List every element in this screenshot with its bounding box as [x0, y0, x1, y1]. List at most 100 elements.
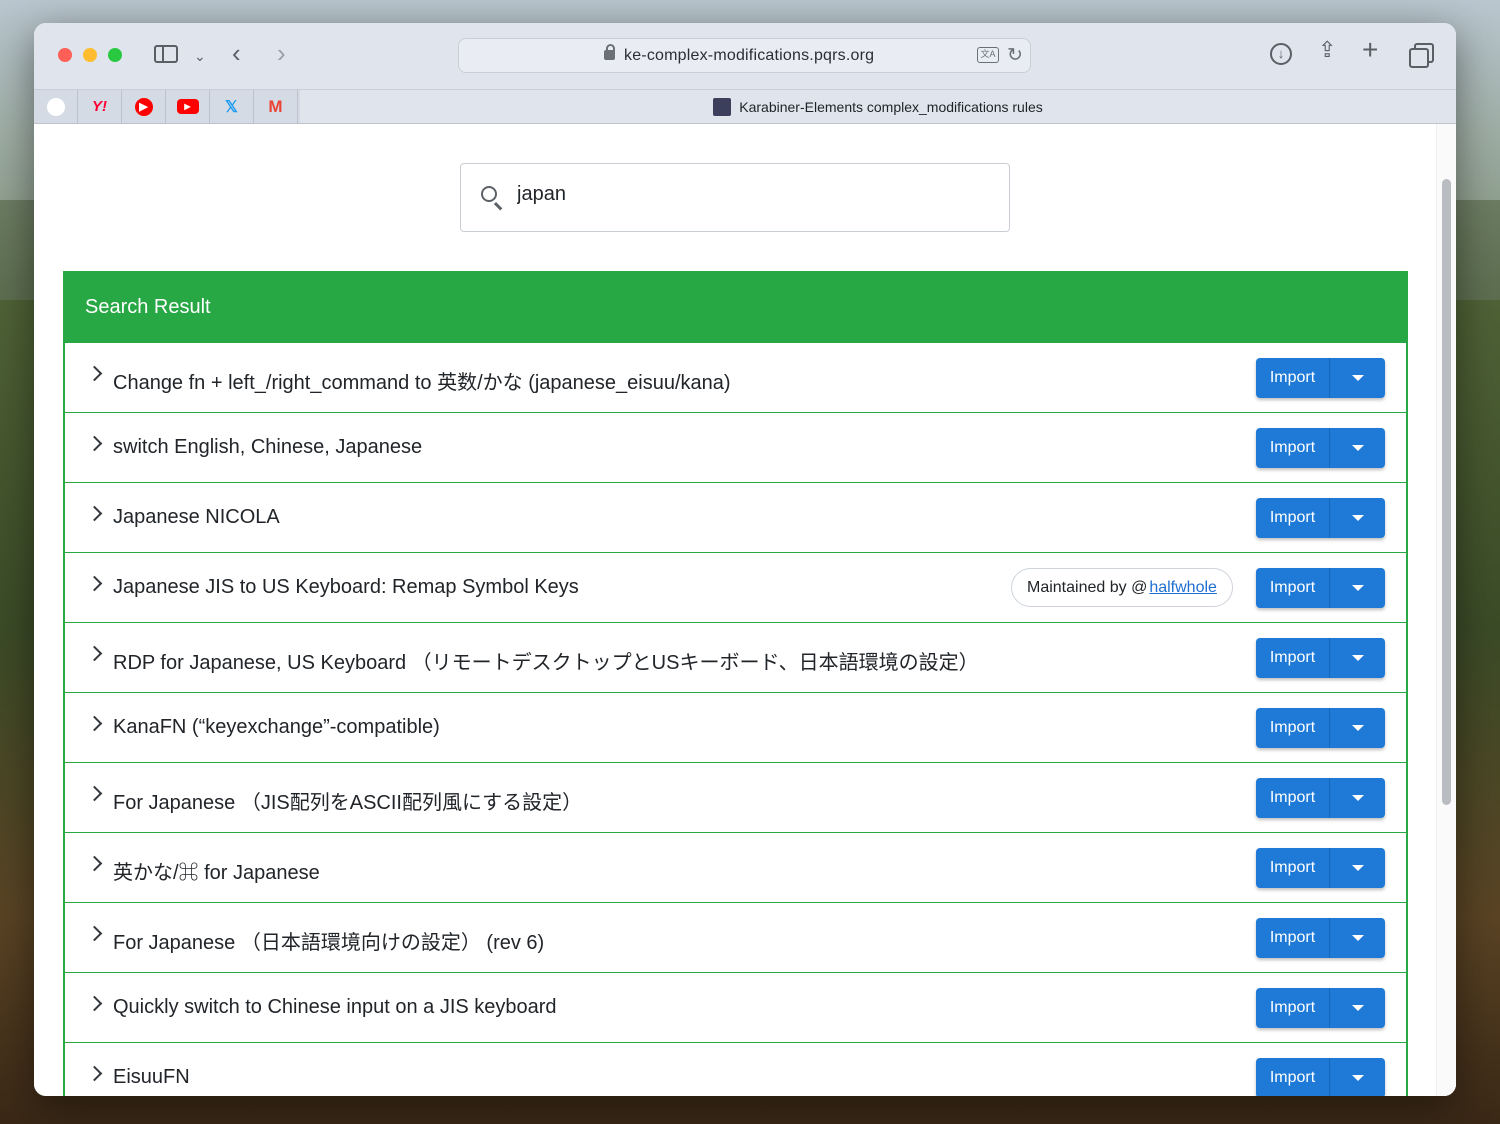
result-title[interactable]: switch English, Chinese, Japanese — [113, 436, 422, 459]
caret-down-icon — [1351, 725, 1364, 731]
import-dropdown-button[interactable] — [1330, 708, 1385, 748]
chevron-right-icon[interactable] — [86, 925, 103, 942]
import-button[interactable]: Import — [1256, 778, 1330, 818]
result-row[interactable]: Japanese JIS to US Keyboard: Remap Symbo… — [65, 553, 1406, 623]
caret-down-icon — [1351, 655, 1364, 661]
search-input[interactable] — [515, 182, 979, 207]
import-button[interactable]: Import — [1256, 428, 1330, 468]
import-dropdown-button[interactable] — [1330, 918, 1385, 958]
search-result-header: Search Result — [63, 271, 1408, 343]
import-button[interactable]: Import — [1256, 638, 1330, 678]
caret-down-icon — [1351, 865, 1364, 871]
import-button[interactable]: Import — [1256, 568, 1330, 608]
import-dropdown-button[interactable] — [1330, 428, 1385, 468]
scrollbar-thumb[interactable] — [1442, 179, 1451, 805]
back-arrow-icon[interactable]: ‹ — [232, 40, 241, 66]
search-box[interactable] — [460, 163, 1010, 232]
pinned-tab-yahoo[interactable]: Y! — [78, 90, 122, 123]
import-dropdown-button[interactable] — [1330, 988, 1385, 1028]
result-row[interactable]: 英かな/⌘ for Japanese Import — [65, 833, 1406, 903]
import-dropdown-button[interactable] — [1330, 1058, 1385, 1096]
chevron-down-icon[interactable]: ⌄ — [194, 45, 206, 67]
tab-overview-icon[interactable] — [1409, 43, 1434, 68]
chevron-right-icon[interactable] — [86, 1065, 103, 1082]
caret-down-icon — [1351, 445, 1364, 451]
chevron-right-icon[interactable] — [86, 785, 103, 802]
import-button-group: Import — [1256, 918, 1385, 958]
result-title[interactable]: 英かな/⌘ for Japanese — [113, 856, 320, 885]
reload-icon[interactable]: ↻ — [1007, 44, 1023, 67]
result-row[interactable]: switch English, Chinese, Japanese Import — [65, 413, 1406, 483]
caret-down-icon — [1351, 1005, 1364, 1011]
result-title[interactable]: EisuuFN — [113, 1066, 190, 1089]
result-title[interactable]: Japanese NICOLA — [113, 506, 280, 529]
caret-down-icon — [1351, 1075, 1364, 1081]
import-button-group: Import — [1256, 358, 1385, 398]
address-bar[interactable]: ke-complex-modifications.pqrs.org 文A ↻ — [458, 38, 1031, 73]
close-window-button[interactable] — [58, 48, 72, 62]
new-tab-icon[interactable]: + — [1362, 36, 1378, 64]
result-row[interactable]: EisuuFN Import — [65, 1043, 1406, 1096]
chevron-right-icon[interactable] — [86, 435, 103, 452]
chevron-right-icon[interactable] — [86, 715, 103, 732]
result-title[interactable]: For Japanese （JIS配列をASCII配列風にする設定） — [113, 786, 582, 815]
pinned-tab-gmail[interactable]: M — [254, 90, 298, 123]
import-button[interactable]: Import — [1256, 498, 1330, 538]
import-dropdown-button[interactable] — [1330, 638, 1385, 678]
import-button[interactable]: Import — [1256, 848, 1330, 888]
import-dropdown-button[interactable] — [1330, 498, 1385, 538]
import-button-group: Import — [1256, 428, 1385, 468]
result-title[interactable]: Quickly switch to Chinese input on a JIS… — [113, 996, 557, 1019]
chevron-right-icon[interactable] — [86, 505, 103, 522]
pinned-tab-youtube[interactable]: ▶ — [166, 90, 210, 123]
maintainer-prefix: Maintained by @ — [1027, 578, 1148, 596]
download-icon[interactable]: ↓ — [1270, 43, 1292, 65]
result-title[interactable]: For Japanese （日本語環境向けの設定） (rev 6) — [113, 926, 544, 955]
result-row[interactable]: Japanese NICOLA Import — [65, 483, 1406, 553]
result-row[interactable]: KanaFN (“keyexchange”-compatible) Import — [65, 693, 1406, 763]
minimize-window-button[interactable] — [83, 48, 97, 62]
result-title[interactable]: RDP for Japanese, US Keyboard （リモートデスクトッ… — [113, 646, 979, 675]
caret-down-icon — [1351, 375, 1364, 381]
chevron-right-icon[interactable] — [86, 575, 103, 592]
result-title[interactable]: Japanese JIS to US Keyboard: Remap Symbo… — [113, 576, 579, 599]
active-tab[interactable]: Karabiner-Elements complex_modifications… — [300, 90, 1456, 123]
import-button[interactable]: Import — [1256, 988, 1330, 1028]
sidebar-toggle-icon[interactable] — [154, 45, 178, 63]
import-button[interactable]: Import — [1256, 1058, 1330, 1096]
result-title[interactable]: KanaFN (“keyexchange”-compatible) — [113, 716, 440, 739]
page-content: Search Result Change fn + left_/right_co… — [34, 124, 1456, 1096]
import-button[interactable]: Import — [1256, 708, 1330, 748]
chevron-right-icon[interactable] — [86, 995, 103, 1012]
caret-down-icon — [1351, 585, 1364, 591]
import-button[interactable]: Import — [1256, 918, 1330, 958]
import-button-group: Import — [1256, 708, 1385, 748]
chevron-right-icon[interactable] — [86, 645, 103, 662]
import-dropdown-button[interactable] — [1330, 358, 1385, 398]
result-row[interactable]: Change fn + left_/right_command to 英数/かな… — [65, 343, 1406, 413]
share-icon[interactable]: ⇪ — [1318, 39, 1336, 61]
chevron-right-icon[interactable] — [86, 855, 103, 872]
apple-icon — [46, 97, 65, 116]
result-row[interactable]: For Japanese （日本語環境向けの設定） (rev 6) Import — [65, 903, 1406, 973]
pinned-tab-apple[interactable] — [34, 90, 78, 123]
maintainer-link[interactable]: halfwhole — [1149, 579, 1217, 597]
result-row[interactable]: Quickly switch to Chinese input on a JIS… — [65, 973, 1406, 1043]
chevron-right-icon[interactable] — [86, 365, 103, 382]
import-button[interactable]: Import — [1256, 358, 1330, 398]
url-text[interactable]: ke-complex-modifications.pqrs.org — [624, 47, 874, 65]
pinned-tab-youtube-music[interactable]: ▶ — [122, 90, 166, 123]
x-icon: 𝕏 — [225, 98, 238, 116]
import-dropdown-button[interactable] — [1330, 778, 1385, 818]
result-row[interactable]: For Japanese （JIS配列をASCII配列風にする設定） Impor… — [65, 763, 1406, 833]
pinned-tab-x[interactable]: 𝕏 — [210, 90, 254, 123]
translate-icon[interactable]: 文A — [977, 47, 999, 63]
import-button-group: Import — [1256, 568, 1385, 608]
result-row[interactable]: RDP for Japanese, US Keyboard （リモートデスクトッ… — [65, 623, 1406, 693]
forward-arrow-icon[interactable]: › — [277, 40, 286, 66]
import-dropdown-button[interactable] — [1330, 848, 1385, 888]
import-dropdown-button[interactable] — [1330, 568, 1385, 608]
import-button-group: Import — [1256, 498, 1385, 538]
zoom-window-button[interactable] — [108, 48, 122, 62]
result-title[interactable]: Change fn + left_/right_command to 英数/かな… — [113, 366, 731, 395]
